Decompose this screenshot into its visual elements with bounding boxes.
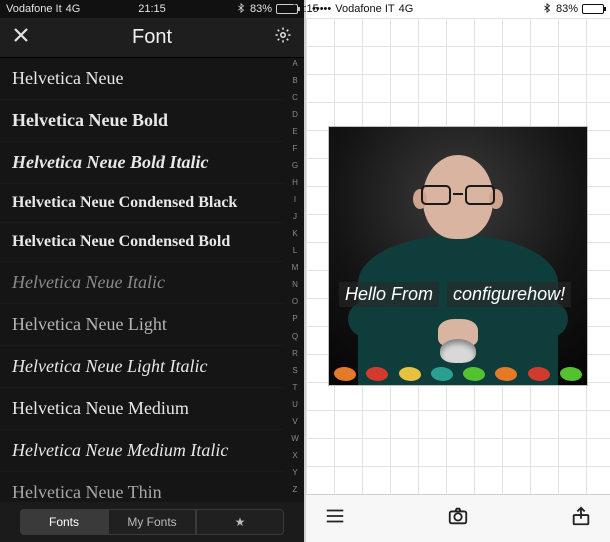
font-list[interactable]: Helvetica Neue Helvetica Neue Bold Helve…	[0, 58, 304, 502]
font-item[interactable]: Helvetica Neue Bold Italic	[0, 142, 284, 184]
clock: 21:15	[138, 3, 166, 15]
header-title: Font	[132, 26, 172, 49]
tab-favorites[interactable]: ★	[196, 509, 284, 535]
index-letter[interactable]: Q	[292, 333, 298, 341]
photo-canvas[interactable]: Hello From configurehow!	[329, 127, 587, 385]
index-letter[interactable]: P	[292, 315, 297, 323]
index-letter[interactable]: I	[294, 196, 296, 204]
index-letter[interactable]: L	[293, 247, 297, 255]
menu-icon[interactable]	[324, 505, 346, 532]
font-tabs: Fonts My Fonts ★	[0, 502, 304, 542]
index-letter[interactable]: T	[293, 384, 298, 392]
tab-fonts[interactable]: Fonts	[20, 509, 108, 535]
index-letter[interactable]: C	[292, 94, 298, 102]
index-letter[interactable]: W	[291, 435, 299, 443]
font-item[interactable]: Helvetica Neue Medium	[0, 388, 284, 430]
index-letter[interactable]: F	[293, 145, 298, 153]
editor-toolbar	[306, 494, 610, 542]
battery-pct: 83%	[556, 3, 578, 15]
canvas-grid[interactable]: Hello From configurehow!	[306, 18, 610, 494]
index-letter[interactable]: H	[292, 179, 298, 187]
clock: 21:15	[291, 3, 319, 15]
close-icon[interactable]	[12, 26, 30, 49]
bluetooth-icon	[236, 3, 246, 16]
text-overlay[interactable]: Hello From configurehow!	[339, 282, 577, 307]
index-letter[interactable]: D	[292, 111, 298, 119]
network-text: 4G	[66, 3, 81, 15]
index-letter[interactable]: N	[292, 281, 298, 289]
gear-icon[interactable]	[274, 26, 292, 49]
camera-icon[interactable]	[447, 505, 469, 532]
index-letter[interactable]: Y	[292, 469, 297, 477]
index-letter[interactable]: U	[292, 401, 298, 409]
index-letter[interactable]: X	[292, 452, 297, 460]
font-item[interactable]: Helvetica Neue	[0, 58, 284, 100]
index-letter[interactable]: K	[292, 230, 297, 238]
index-letter[interactable]: V	[292, 418, 297, 426]
font-header: Font	[0, 18, 304, 58]
bluetooth-icon	[542, 3, 552, 16]
font-item[interactable]: Helvetica Neue Condensed Black	[0, 184, 284, 223]
index-letter[interactable]: Z	[293, 486, 298, 494]
az-index[interactable]: A B C D E F G H I J K L M N O P Q R S T …	[288, 60, 302, 494]
share-icon[interactable]	[570, 505, 592, 532]
font-item[interactable]: Helvetica Neue Italic	[0, 262, 284, 304]
index-letter[interactable]: J	[293, 213, 297, 221]
font-item[interactable]: Helvetica Neue Light	[0, 304, 284, 346]
battery-icon	[582, 4, 604, 14]
overlay-text-1[interactable]: Hello From	[339, 282, 439, 307]
index-letter[interactable]: O	[292, 298, 298, 306]
index-letter[interactable]: A	[292, 60, 297, 68]
index-letter[interactable]: G	[292, 162, 298, 170]
font-item[interactable]: Helvetica Neue Condensed Bold	[0, 223, 284, 262]
overlay-text-2[interactable]: configurehow!	[447, 282, 571, 307]
carrier-text: Vodafone IT	[335, 3, 394, 15]
index-letter[interactable]: M	[292, 264, 299, 272]
font-item[interactable]: Helvetica Neue Bold	[0, 100, 284, 142]
battery-pct: 83%	[250, 3, 272, 15]
font-item[interactable]: Helvetica Neue Medium Italic	[0, 430, 284, 472]
network-text: 4G	[399, 3, 414, 15]
status-bar-left: Vodafone It 4G 21:15 83%	[0, 0, 304, 18]
index-letter[interactable]: B	[292, 77, 297, 85]
status-bar-right: ••••• Vodafone IT 4G 21:15 83%	[306, 0, 610, 18]
carrier-text: Vodafone It	[6, 3, 62, 15]
font-picker-pane: Vodafone It 4G 21:15 83% Font Helvetica …	[0, 0, 304, 542]
font-item[interactable]: Helvetica Neue Light Italic	[0, 346, 284, 388]
index-letter[interactable]: E	[292, 128, 297, 136]
font-item[interactable]: Helvetica Neue Thin	[0, 472, 284, 502]
editor-pane: ••••• Vodafone IT 4G 21:15 83%	[304, 0, 610, 542]
index-letter[interactable]: S	[292, 367, 297, 375]
tab-my-fonts[interactable]: My Fonts	[108, 509, 196, 535]
index-letter[interactable]: R	[292, 350, 298, 358]
